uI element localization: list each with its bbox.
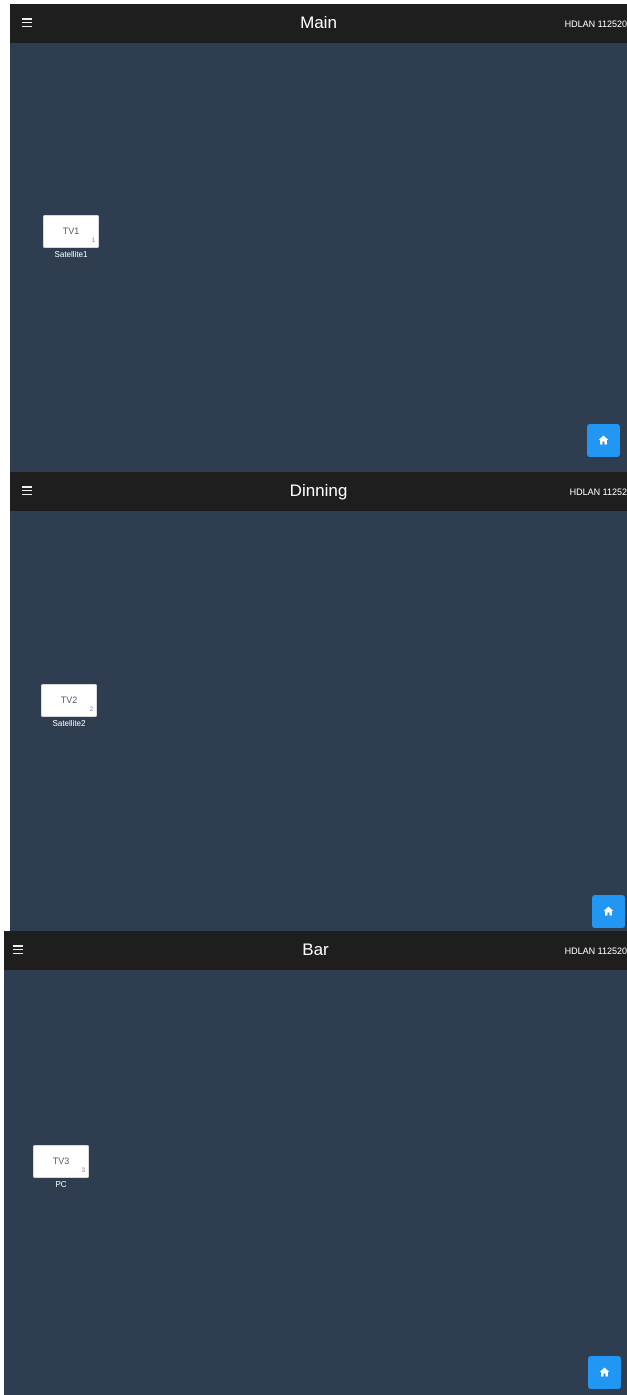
display-tile[interactable]: TV2 2 Satellite2 xyxy=(41,684,97,729)
home-button[interactable] xyxy=(592,895,625,928)
page-title: Main xyxy=(300,13,337,32)
display-tile-button[interactable]: TV2 2 xyxy=(41,684,97,717)
display-name: TV1 xyxy=(62,226,80,236)
page-title: Dinning xyxy=(289,481,348,500)
top-bar: Bar HDLAN 112520 xyxy=(4,931,627,970)
display-name: TV3 xyxy=(52,1156,70,1166)
display-port-number: 1 xyxy=(91,238,95,244)
room-panel-bar: Bar HDLAN 112520 TV3 3 PC xyxy=(4,931,627,1395)
display-port-number: 3 xyxy=(81,1168,85,1174)
display-source-label: Satellite2 xyxy=(52,719,86,728)
display-tile-button[interactable]: TV1 1 xyxy=(43,215,99,248)
home-button[interactable] xyxy=(587,424,620,457)
display-source-label: Satellite1 xyxy=(54,250,88,259)
home-button[interactable] xyxy=(588,1356,621,1389)
room-panel-main: Main HDLAN 112520 TV1 1 Satellite1 xyxy=(10,4,627,472)
home-icon xyxy=(603,906,614,916)
home-icon xyxy=(599,1367,610,1377)
display-tile[interactable]: TV1 1 Satellite1 xyxy=(43,215,99,260)
display-tile[interactable]: TV3 3 PC xyxy=(33,1145,89,1190)
room-panel-dinning: Dinning HDLAN 11252 TV2 2 Satellite2 xyxy=(10,472,627,931)
top-bar: Dinning HDLAN 11252 xyxy=(10,472,627,511)
display-port-number: 2 xyxy=(89,707,93,713)
display-tile-button[interactable]: TV3 3 xyxy=(33,1145,89,1178)
home-icon xyxy=(598,435,609,445)
display-name: TV2 xyxy=(60,695,78,705)
top-bar: Main HDLAN 112520 xyxy=(10,4,627,43)
device-label: HDLAN 11252 xyxy=(569,487,627,497)
display-source-label: PC xyxy=(55,1180,67,1189)
device-label: HDLAN 112520 xyxy=(564,946,627,956)
page-title: Bar xyxy=(302,940,329,959)
device-label: HDLAN 112520 xyxy=(564,19,627,29)
